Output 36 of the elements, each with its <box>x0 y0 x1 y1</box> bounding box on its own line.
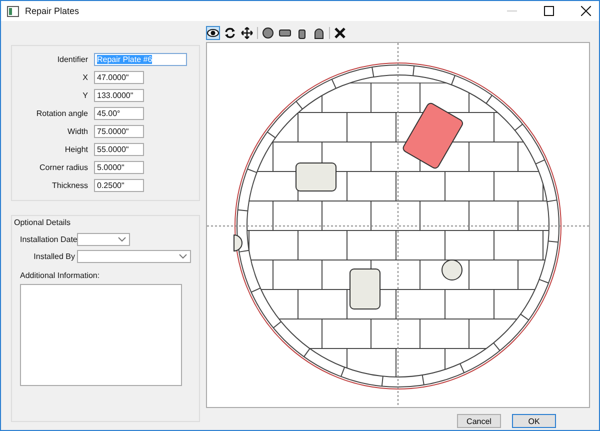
field-label: Thickness <box>50 180 88 190</box>
property-field[interactable]: 0.2500" <box>94 178 144 192</box>
ok-button[interactable]: OK <box>512 414 556 428</box>
window-title: Repair Plates <box>25 6 80 16</box>
chevron-down-icon <box>118 237 126 242</box>
field-label: X <box>82 72 88 82</box>
close-icon[interactable] <box>581 6 591 16</box>
group-title: Optional Details <box>14 218 72 227</box>
rotate-icon[interactable] <box>223 26 237 40</box>
property-field[interactable]: 55.0000" <box>94 142 144 156</box>
delete-icon[interactable] <box>333 26 347 40</box>
field-label: Height <box>64 144 88 154</box>
chevron-down-icon <box>179 254 187 259</box>
arch-icon[interactable] <box>312 26 326 40</box>
repair-plate[interactable] <box>350 268 380 310</box>
repair-plate[interactable] <box>442 260 462 280</box>
repair-plate[interactable] <box>296 162 336 192</box>
field-label: Installation Date <box>20 235 75 244</box>
property-field[interactable]: 5.0000" <box>94 160 144 174</box>
circle-icon[interactable] <box>261 26 275 40</box>
property-field[interactable]: 47.0000" <box>94 70 144 84</box>
field-label: Installed By <box>32 252 75 261</box>
app-icon <box>7 6 19 16</box>
field-label: Identifier <box>56 54 88 64</box>
property-field[interactable]: 75.0000" <box>94 124 144 138</box>
cancel-button[interactable]: Cancel <box>457 414 501 428</box>
property-field[interactable]: 133.0000" <box>94 88 144 102</box>
eye-icon[interactable] <box>206 26 220 40</box>
field-label: Y <box>82 90 88 100</box>
move-icon[interactable] <box>240 26 254 40</box>
field-label: Width <box>66 126 88 136</box>
field-label: Rotation angle <box>35 108 88 118</box>
property-field[interactable]: 45.00° <box>94 106 144 120</box>
field-label: Additional Information: <box>20 271 101 280</box>
maximize-icon[interactable] <box>544 6 554 16</box>
field-label: Corner radius <box>38 162 88 172</box>
